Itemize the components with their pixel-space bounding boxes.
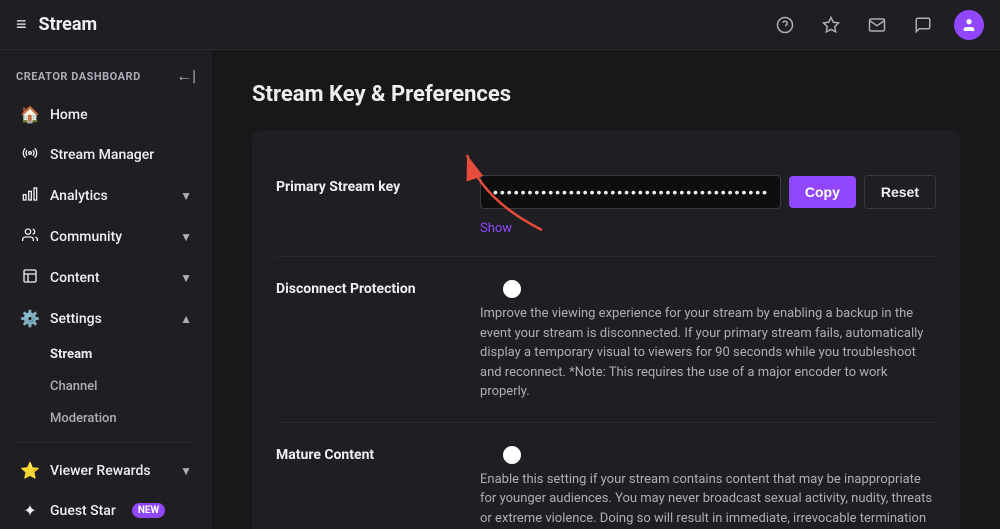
magic-icon[interactable]	[816, 10, 846, 40]
chevron-down-icon: ▼	[180, 271, 192, 285]
sidebar-item-content[interactable]: Content ▼	[4, 258, 208, 298]
menu-icon[interactable]: ≡	[16, 14, 27, 35]
setting-row-disconnect: Disconnect Protection Improve the viewin…	[276, 257, 936, 423]
topbar-title: Stream	[39, 14, 758, 35]
sidebar-item-settings[interactable]: ⚙️ Settings ▲	[4, 299, 208, 338]
mail-icon[interactable]	[862, 10, 892, 40]
sidebar-item-label: Stream Manager	[50, 147, 154, 163]
analytics-icon	[20, 186, 40, 206]
sidebar-collapse-icon[interactable]: ←|	[176, 66, 196, 86]
sidebar-item-label: Community	[50, 229, 122, 245]
sidebar-item-guest-star[interactable]: ✦ Guest Star NEW	[4, 491, 208, 529]
sidebar-item-label: Guest Star	[50, 503, 116, 519]
home-icon: 🏠	[20, 105, 40, 124]
sidebar-item-label: Analytics	[50, 188, 108, 204]
setting-label-mature: Mature Content	[276, 443, 456, 463]
main-content: Stream Key & Preferences Primary Stream …	[212, 50, 1000, 529]
sidebar-item-stream-manager[interactable]: Stream Manager	[4, 135, 208, 175]
setting-content-mature: Enable this setting if your stream conta…	[480, 443, 936, 529]
guest-star-icon: ✦	[20, 501, 40, 520]
chevron-down-icon: ▼	[180, 189, 192, 203]
avatar[interactable]	[954, 10, 984, 40]
stream-key-input-row: Copy Reset	[480, 175, 936, 209]
setting-label-disconnect: Disconnect Protection	[276, 277, 456, 297]
community-icon	[20, 227, 40, 247]
sidebar-item-label: Home	[50, 107, 88, 123]
chevron-down-icon: ▼	[180, 464, 192, 478]
disconnect-description: Improve the viewing experience for your …	[480, 304, 936, 402]
viewer-rewards-icon: ⭐	[20, 461, 40, 480]
reset-button[interactable]: Reset	[864, 175, 936, 209]
sidebar-subitem-moderation[interactable]: Moderation	[4, 403, 208, 434]
help-icon[interactable]	[770, 10, 800, 40]
stream-manager-icon	[20, 145, 40, 165]
sidebar-divider	[16, 442, 196, 443]
sidebar-header-label: Creator Dashboard	[16, 70, 141, 83]
topbar: ≡ Stream	[0, 0, 1000, 50]
topbar-icons	[770, 10, 984, 40]
settings-icon: ⚙️	[20, 309, 40, 328]
layout: Creator Dashboard ←| 🏠 Home Stream Manag…	[0, 50, 1000, 529]
copy-button[interactable]: Copy	[789, 176, 856, 208]
sidebar-subitem-channel[interactable]: Channel	[4, 371, 208, 402]
chevron-down-icon: ▼	[180, 230, 192, 244]
sidebar: Creator Dashboard ←| 🏠 Home Stream Manag…	[0, 50, 212, 529]
sidebar-subitem-label: Stream	[50, 347, 92, 362]
chevron-up-icon: ▲	[180, 312, 192, 326]
page-title: Stream Key & Preferences	[252, 82, 960, 107]
notifications-icon[interactable]	[908, 10, 938, 40]
sidebar-header: Creator Dashboard ←|	[0, 50, 212, 94]
setting-content-stream-key: Copy Reset Show	[480, 175, 936, 236]
sidebar-subitem-stream[interactable]: Stream	[4, 339, 208, 370]
setting-row-stream-key: Primary Stream key Copy Reset Show	[276, 155, 936, 257]
sidebar-subitem-label: Channel	[50, 379, 97, 394]
setting-label-stream-key: Primary Stream key	[276, 175, 456, 195]
setting-content-disconnect: Improve the viewing experience for your …	[480, 277, 936, 402]
content-icon	[20, 268, 40, 288]
sidebar-item-analytics[interactable]: Analytics ▼	[4, 176, 208, 216]
sidebar-item-label: Content	[50, 270, 100, 286]
sidebar-item-community[interactable]: Community ▼	[4, 217, 208, 257]
sidebar-item-viewer-rewards[interactable]: ⭐ Viewer Rewards ▼	[4, 451, 208, 490]
sidebar-subitem-label: Moderation	[50, 411, 117, 426]
mature-description: Enable this setting if your stream conta…	[480, 470, 936, 529]
sidebar-item-home[interactable]: 🏠 Home	[4, 95, 208, 134]
main-wrapper: Stream Key & Preferences Primary Stream …	[212, 50, 1000, 529]
new-badge: NEW	[132, 503, 165, 518]
settings-card: Primary Stream key Copy Reset Show Disco…	[252, 131, 960, 529]
show-link[interactable]: Show	[480, 221, 512, 236]
stream-key-input[interactable]	[480, 175, 781, 209]
sidebar-item-label: Viewer Rewards	[50, 463, 151, 479]
setting-row-mature: Mature Content Enable this setting if yo…	[276, 423, 936, 529]
sidebar-item-label: Settings	[50, 311, 102, 327]
